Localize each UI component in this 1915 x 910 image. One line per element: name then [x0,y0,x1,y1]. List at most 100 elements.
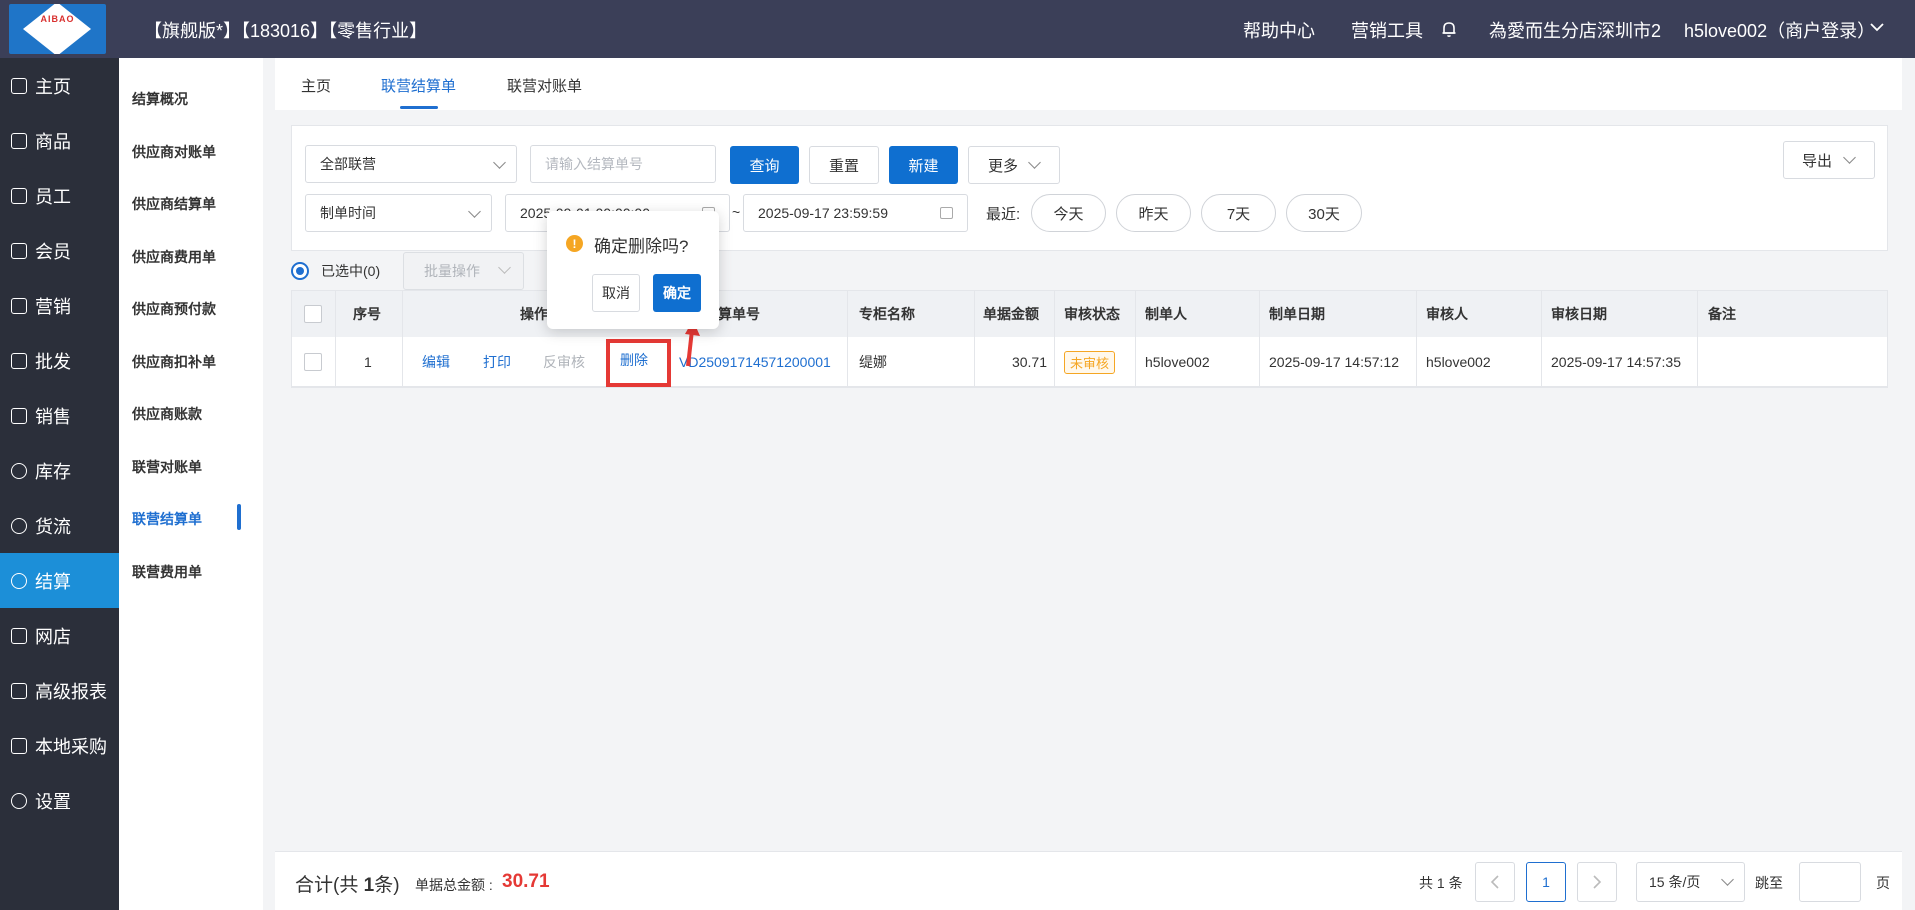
line-chart-icon [11,737,27,754]
subnav-item-supplier-settlement[interactable]: 供应商结算单 [132,194,216,214]
goods-icon [11,132,27,149]
help-center-link[interactable]: 帮助中心 [1243,17,1315,43]
subnav-item-supplier-prepay[interactable]: 供应商预付款 [132,299,216,319]
date-type-value: 制单时间 [320,205,376,221]
gift-icon [11,627,27,644]
more-button[interactable]: 更多 [968,146,1060,184]
bell-icon[interactable] [1441,20,1457,38]
row-seq: 1 [364,354,372,370]
nav-item-inventory[interactable]: 库存 [0,443,119,498]
batch-ops-button[interactable]: 批量操作 [403,252,524,290]
subnav-item-supplier-deduction[interactable]: 供应商扣补单 [132,352,216,372]
nav-item-member[interactable]: 会员 [0,223,119,278]
aibao-logo[interactable]: AIBAO 爱宝 [9,4,106,54]
new-button[interactable]: 新建 [889,146,958,184]
nav-item-goods[interactable]: 商品 [0,113,119,168]
page-size-select[interactable]: 15 条/页 [1636,862,1745,902]
select-all-checkbox[interactable] [304,291,322,337]
chevron-down-icon [468,205,481,218]
chevron-down-icon [1721,873,1734,886]
checkbox-box [304,353,322,371]
edit-link[interactable]: 编辑 [422,337,450,387]
nav-item-staff[interactable]: 员工 [0,168,119,223]
subnav-item-supplier-statement[interactable]: 供应商对账单 [132,142,216,162]
total-prefix: 合计(共 [295,875,364,896]
header-audit-date: 审核日期 [1551,306,1607,322]
unaudit-link[interactable]: 反审核 [543,337,585,387]
nav-label: 高级报表 [35,681,107,702]
table-footer: 合计(共 1条) 单据总金额 : 30.71 共 1 条 1 15 条/页 跳至… [275,851,1902,910]
nav-item-local-purchase[interactable]: 本地采购 [0,718,119,773]
nav-label: 商品 [35,131,71,152]
selected-radio[interactable] [291,262,309,280]
nav-label: 主页 [35,76,71,97]
row-create-date: 2025-09-17 14:57:12 [1269,354,1399,370]
nav-item-logistics[interactable]: 货流 [0,498,119,553]
nav-label: 结算 [35,571,71,592]
store-name[interactable]: 為愛而生分店深圳市2 [1489,17,1661,43]
header-create-date: 制单日期 [1269,306,1325,322]
nav-label: 销售 [35,406,71,427]
nav-item-settings[interactable]: 设置 [0,773,119,828]
tab-home[interactable]: 主页 [301,75,331,96]
print-link[interactable]: 打印 [483,337,511,387]
date-type-select[interactable]: 制单时间 [305,194,492,232]
more-button-label: 更多 [988,157,1019,175]
subnav-item-joint-statement[interactable]: 联营对账单 [132,457,202,477]
gear-icon [11,792,27,809]
user-menu[interactable]: h5love002（商户登录） [1684,17,1875,43]
settlement-table: 序号 操作 结算单号 专柜名称 单据金额 审核状态 制单人 制单日期 审核人 审… [291,290,1888,388]
subnav-item-supplier-account[interactable]: 供应商账款 [132,404,202,424]
nav-label: 本地采购 [35,736,107,757]
confirm-message: 确定删除吗? [594,237,689,256]
scope-select[interactable]: 全部联营 [305,145,517,183]
row-checkbox[interactable] [304,337,322,387]
col-divider [847,291,848,387]
next-page-button[interactable] [1577,862,1617,902]
nav-label: 批发 [35,351,71,372]
sub-sidebar: 结算概况 供应商对账单 供应商结算单 供应商费用单 供应商预付款 供应商扣补单 … [119,58,263,910]
prev-page-button[interactable] [1475,862,1515,902]
date-end-value: 2025-09-17 23:59:59 [758,205,888,221]
nav-item-marketing[interactable]: 营销 [0,278,119,333]
subnav-item-overview[interactable]: 结算概况 [132,89,188,109]
page-unit: 页 [1876,875,1890,891]
nav-item-webstore[interactable]: 网店 [0,608,119,663]
subnav-item-joint-expense[interactable]: 联营费用单 [132,562,202,582]
checkbox-box [304,305,322,323]
nav-item-reports[interactable]: 高级报表 [0,663,119,718]
recent-yesterday-button[interactable]: 昨天 [1116,194,1191,232]
col-divider [402,291,403,387]
confirm-ok-button[interactable]: 确定 [653,274,701,312]
reset-button[interactable]: 重置 [809,146,879,184]
nav-item-home[interactable]: 主页 [0,58,119,113]
nav-item-wholesale[interactable]: 批发 [0,333,119,388]
tab-joint-settlement[interactable]: 联营结算单 [381,75,456,96]
export-button[interactable]: 导出 [1783,141,1875,179]
date-end-input[interactable]: 2025-09-17 23:59:59 [743,194,968,232]
nav-item-sales[interactable]: 销售 [0,388,119,443]
user-chevron-down-icon[interactable] [1870,22,1884,32]
nav-item-settlement[interactable]: 结算 [0,553,119,608]
header-creator: 制单人 [1145,306,1187,322]
recent-today-button[interactable]: 今天 [1031,194,1106,232]
tab-joint-statement[interactable]: 联营对账单 [507,75,582,96]
row-creator: h5love002 [1145,354,1210,370]
query-button[interactable]: 查询 [730,146,799,184]
header-ops: 操作 [520,306,548,322]
marketing-tools-link[interactable]: 营销工具 [1351,17,1423,43]
chevron-left-icon [1490,875,1499,889]
nav-label: 设置 [35,791,71,812]
nav-label: 网店 [35,626,71,647]
recent-7days-button[interactable]: 7天 [1201,194,1276,232]
recent-30days-button[interactable]: 30天 [1286,194,1362,232]
subnav-item-joint-settlement[interactable]: 联营结算单 [132,509,202,529]
jump-page-input[interactable] [1799,862,1861,902]
confirm-cancel-button[interactable]: 取消 [592,274,640,312]
nav-label: 员工 [35,186,71,207]
current-page-button[interactable]: 1 [1526,862,1566,902]
delete-confirm-popover: ! 确定删除吗? 取消 确定 [547,211,719,329]
subnav-item-supplier-expense[interactable]: 供应商费用单 [132,247,216,267]
batch-ops-label: 批量操作 [424,263,480,279]
settle-no-input[interactable]: 请输入结算单号 [530,145,716,183]
